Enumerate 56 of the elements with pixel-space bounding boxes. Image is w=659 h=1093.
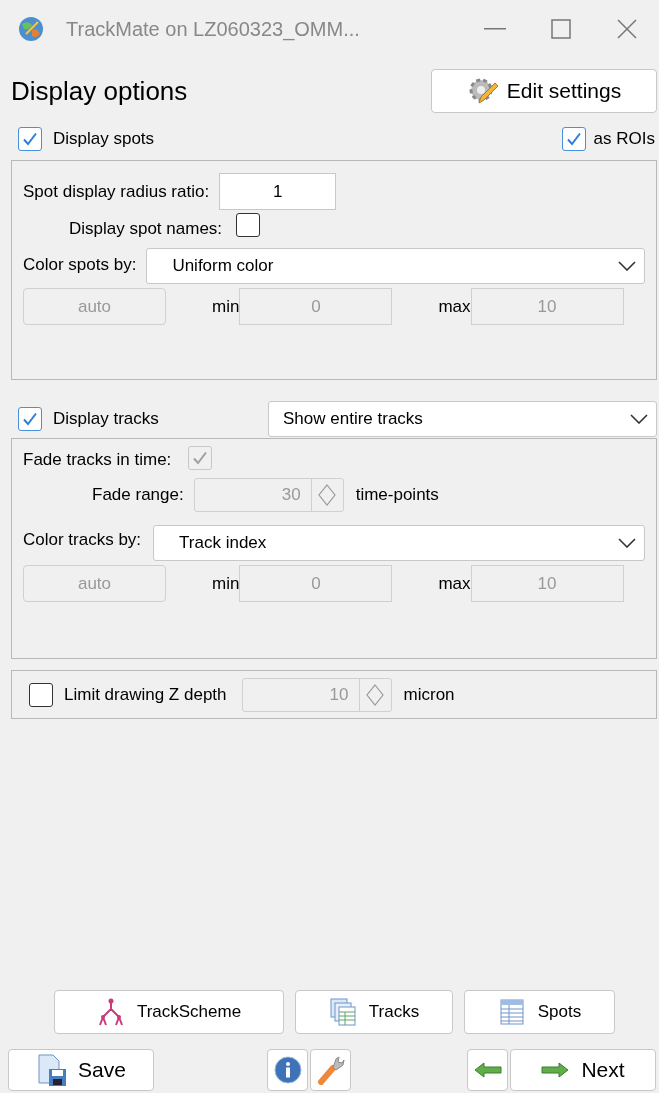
window-title: TrackMate on LZ060323_OMM... (66, 17, 360, 43)
maximize-icon[interactable] (551, 19, 571, 39)
app-icon (18, 16, 44, 42)
spin-arrows-icon (318, 484, 337, 506)
back-button[interactable] (467, 1049, 508, 1091)
check-icon (565, 131, 582, 147)
spot-names-label: Display spot names: (69, 217, 223, 240)
min-label: min (212, 572, 240, 595)
check-icon (22, 131, 38, 147)
checkbox[interactable] (18, 407, 42, 431)
stacked-tables-icon (328, 997, 357, 1027)
right-arrow-icon (541, 1062, 570, 1078)
chevron-down-icon (618, 261, 636, 271)
max-label: max (438, 295, 471, 318)
info-icon (273, 1056, 302, 1084)
display-tracks-label: Display tracks (53, 408, 159, 431)
radius-field[interactable]: 1 (219, 173, 337, 210)
close-icon[interactable] (617, 19, 637, 39)
color-spots-dropdown[interactable]: Uniform color (146, 248, 645, 284)
save-icon (36, 1053, 69, 1087)
save-button[interactable]: Save (8, 1049, 154, 1091)
minimize-icon[interactable] (484, 28, 506, 30)
color-tracks-dropdown[interactable]: Track index (153, 525, 645, 561)
checkbox[interactable] (561, 127, 586, 151)
next-button[interactable]: Next (510, 1049, 656, 1091)
z-depth-label: Limit drawing Z depth (64, 683, 227, 706)
left-arrow-icon (473, 1062, 502, 1078)
radius-label: Spot display radius ratio: (23, 180, 210, 203)
chevron-down-icon (618, 538, 636, 548)
display-spots-label: Display spots (53, 128, 155, 151)
color-spots-label: Color spots by: (23, 254, 137, 276)
tree-icon (96, 997, 125, 1027)
section-title: Display options (11, 74, 188, 108)
view-button[interactable]: Tracks (295, 990, 453, 1034)
as-rois-label: as ROIs (593, 128, 655, 151)
time-points-label: time-points (355, 484, 439, 507)
min-label: min (212, 295, 240, 318)
chevron-down-icon (630, 414, 648, 424)
checkbox[interactable] (236, 213, 261, 237)
spin-arrows-icon (366, 683, 385, 706)
micron-label: micron (403, 683, 455, 706)
max-label: max (438, 572, 471, 595)
edit-settings-button[interactable]: Edit settings (431, 69, 657, 113)
check-icon (192, 450, 209, 466)
fade-label: Fade tracks in time: (23, 448, 172, 471)
wrench-button[interactable] (310, 1049, 351, 1091)
table-icon (497, 997, 526, 1027)
view-button[interactable]: Spots (464, 990, 615, 1034)
color-tracks-label: Color tracks by: (23, 529, 142, 551)
wrench-icon (316, 1055, 345, 1085)
fade-range-label: Fade range: (92, 484, 184, 507)
view-button[interactable]: TrackScheme (54, 990, 284, 1034)
track-mode-dropdown[interactable]: Show entire tracks (268, 401, 657, 437)
info-button[interactable] (267, 1049, 308, 1091)
check-icon (22, 411, 38, 427)
checkbox[interactable] (18, 127, 42, 151)
